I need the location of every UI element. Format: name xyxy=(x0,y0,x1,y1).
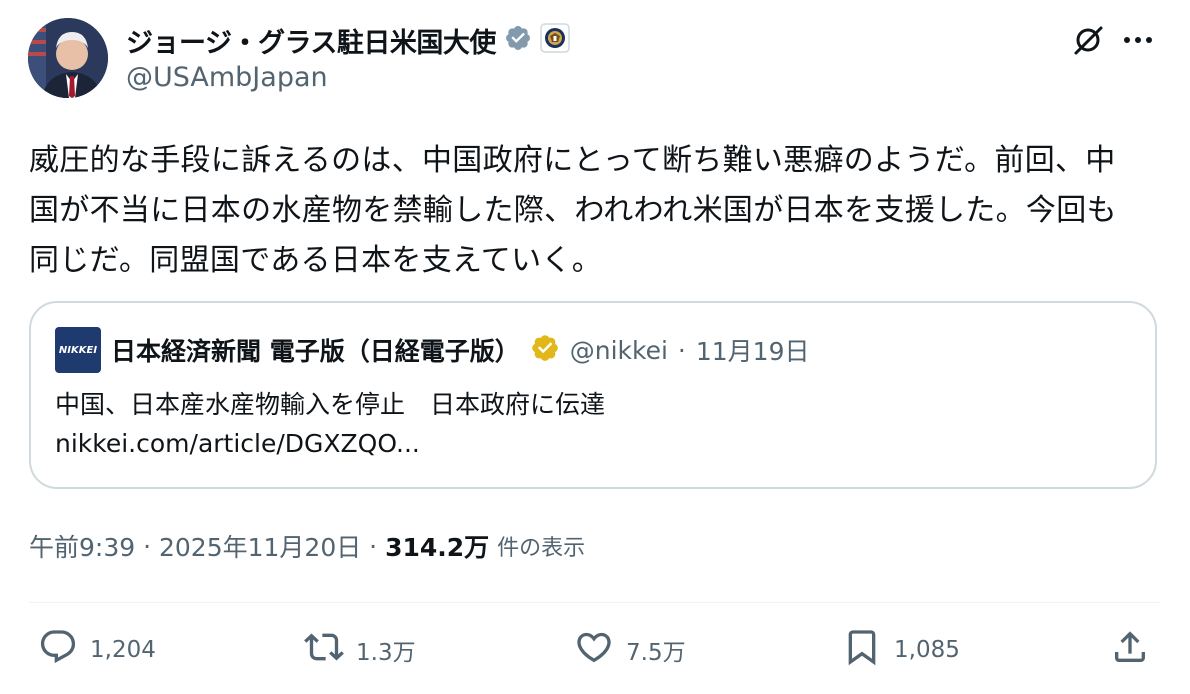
verified-gold-badge-icon[interactable] xyxy=(530,333,560,367)
quoted-tweet-card[interactable]: NIKKEI 日本経済新聞 電子版（日経電子版） @nikkei · 11月19… xyxy=(29,301,1157,489)
bookmark-count: 1,085 xyxy=(894,637,960,663)
author-name-row: ジョージ・グラス駐日米国大使 xyxy=(126,20,570,60)
meta-separator: · xyxy=(135,531,159,561)
tweet-meta: 午前9:39 · 2025年11月20日 · 314.2万 件の表示 xyxy=(29,528,585,564)
meta-separator: · xyxy=(361,531,386,561)
avatar-image xyxy=(28,18,108,98)
quoted-date[interactable]: 11月19日 xyxy=(696,332,810,368)
nikkei-logo[interactable]: NIKKEI xyxy=(55,327,101,373)
view-count-label: 件の表示 xyxy=(497,536,586,561)
share-button[interactable] xyxy=(1110,628,1150,672)
repost-button[interactable]: 1.3万 xyxy=(304,628,416,672)
like-button[interactable]: 7.5万 xyxy=(574,628,686,672)
reply-button[interactable]: 1,204 xyxy=(38,628,156,672)
meta-separator: · xyxy=(677,335,686,365)
repost-count: 1.3万 xyxy=(356,640,416,666)
view-count: 314.2万 xyxy=(385,533,490,562)
quoted-tweet-text: 中国、日本産水産物輸入を停止 日本政府に伝達 xyxy=(55,390,606,419)
more-options-icon[interactable] xyxy=(1118,20,1158,60)
heart-icon xyxy=(574,627,614,673)
share-icon xyxy=(1110,627,1150,673)
quoted-author-name[interactable]: 日本経済新聞 電子版（日経電子版） xyxy=(111,332,520,368)
like-count: 7.5万 xyxy=(626,640,686,666)
tweet-date[interactable]: 2025年11月20日 xyxy=(159,528,361,564)
avatar[interactable] xyxy=(28,18,108,98)
tweet-text: 威圧的な手段に訴えるのは、中国政府にとって断ち難い悪癖のようだ。前回、中 国が不… xyxy=(29,143,1117,278)
bookmark-icon xyxy=(842,627,882,673)
divider xyxy=(29,602,1160,603)
reply-icon xyxy=(38,627,78,673)
author-name[interactable]: ジョージ・グラス駐日米国大使 xyxy=(126,21,496,60)
quoted-tweet-header: NIKKEI 日本経済新聞 電子版（日経電子版） @nikkei · 11月19… xyxy=(55,327,809,373)
grok-icon[interactable] xyxy=(1068,20,1108,60)
bookmark-button[interactable]: 1,085 xyxy=(842,628,960,672)
author-handle[interactable]: @USAmbJapan xyxy=(126,62,328,93)
tweet-time[interactable]: 午前9:39 xyxy=(29,528,135,564)
verified-gray-badge-icon[interactable] xyxy=(504,24,532,56)
reply-count: 1,204 xyxy=(90,637,156,663)
quoted-tweet-link[interactable]: nikkei.com/article/DGXZQO... xyxy=(55,429,420,458)
government-seal-icon[interactable] xyxy=(540,23,570,57)
quoted-author-handle[interactable]: @nikkei xyxy=(570,336,668,365)
repost-icon xyxy=(304,627,344,673)
